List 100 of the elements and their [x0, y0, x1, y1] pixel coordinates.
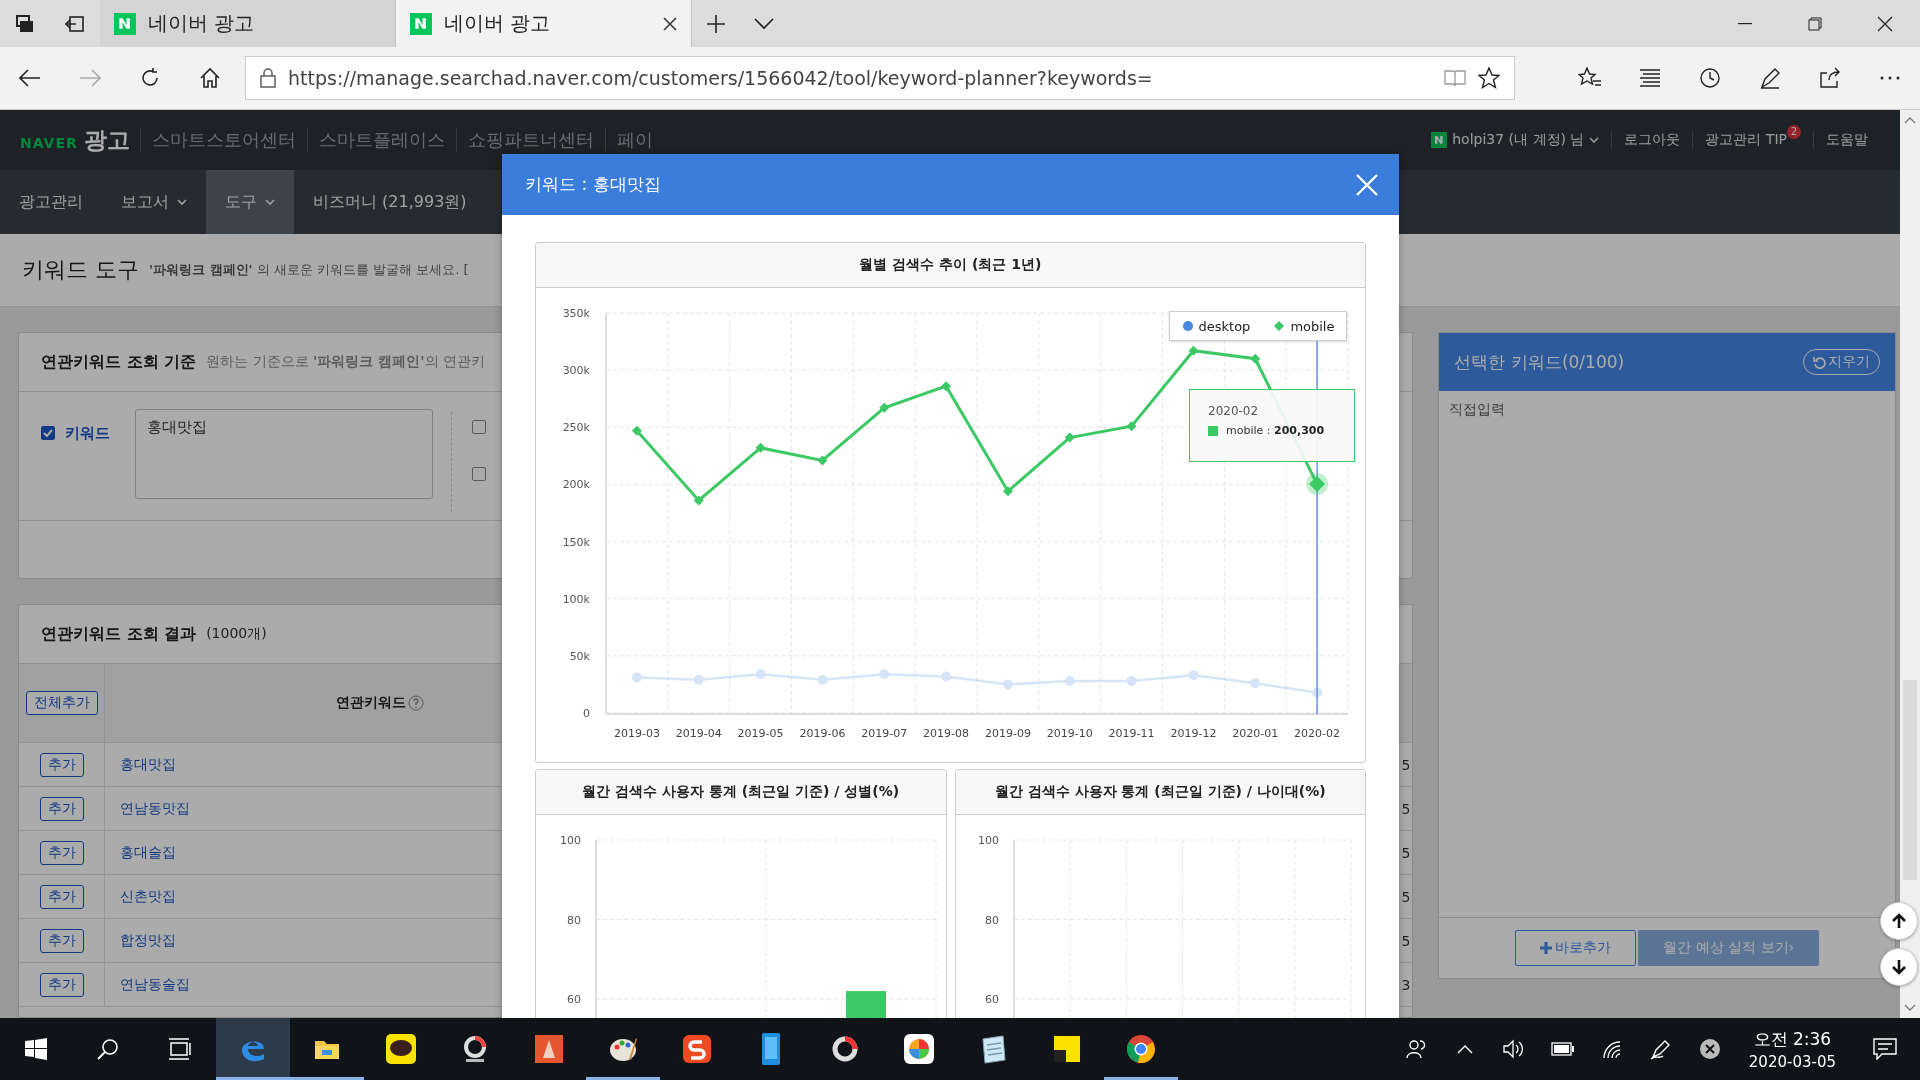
clock-time: 오전 2:36: [1753, 1027, 1832, 1051]
axis-label: 80: [567, 913, 581, 927]
checkbox-label: 키워드: [65, 423, 110, 443]
point: [941, 671, 952, 682]
browser-tab[interactable]: 네이버 광고: [396, 0, 692, 47]
keyword-entry-input[interactable]: 직접입력: [1439, 391, 1895, 918]
s-app-icon: [681, 1033, 713, 1065]
add-button[interactable]: 추가: [39, 884, 84, 909]
menu-item[interactable]: 보고서: [102, 170, 206, 234]
axis-label: 0: [583, 707, 590, 720]
point: [755, 442, 766, 453]
menu-item[interactable]: 광고관리: [0, 170, 102, 234]
add-button[interactable]: 추가: [39, 752, 84, 777]
add-button[interactable]: 추가: [39, 972, 84, 997]
naver-n-icon: [410, 12, 432, 35]
caret-icon: [1589, 136, 1600, 144]
tip-link[interactable]: 광고관리 TIP: [1705, 131, 1787, 149]
logout-link[interactable]: 로그아웃: [1611, 131, 1693, 149]
axis-label: 2019-04: [675, 727, 722, 740]
point: [755, 669, 766, 680]
panel-title: 선택한 키워드(0/100): [1454, 350, 1625, 374]
checkbox[interactable]: [472, 467, 486, 481]
naver-n-icon: [1431, 132, 1448, 148]
point: [1126, 421, 1137, 432]
point: [941, 381, 952, 392]
tooltip-value: mobile : 200,300: [1226, 424, 1325, 437]
axis-label: 250k: [562, 421, 590, 435]
count-badge: 2: [1787, 125, 1801, 139]
set-aside-tabs-icon[interactable]: [65, 14, 85, 33]
chevron-up-icon: [1457, 1044, 1474, 1054]
logo-label[interactable]: 광고: [83, 124, 130, 156]
axis-label: 100: [560, 834, 581, 847]
axis-label: 300k: [562, 364, 590, 378]
keyword-input-field[interactable]: 홍대맛집: [135, 409, 433, 499]
forward-arrow-icon: [79, 69, 101, 87]
browser-tab[interactable]: 네이버 광고: [100, 0, 396, 47]
add-button[interactable]: 추가: [39, 840, 84, 865]
user-menu[interactable]: holpi37 (내 계정) 님: [1452, 131, 1585, 149]
arrow-down-icon: [1892, 959, 1906, 975]
axis-label: 2019-11: [1108, 727, 1155, 740]
tooltip-swatch-icon: [1208, 425, 1218, 436]
caret-icon: [754, 17, 774, 30]
point: [693, 495, 704, 506]
add-button[interactable]: 추가: [39, 928, 84, 953]
axis-label: 60: [984, 993, 999, 1006]
menu-item[interactable]: 도구: [206, 170, 294, 234]
axis-label: 2019-05: [737, 727, 784, 740]
speaker-icon: [1503, 1039, 1526, 1059]
section-title: 연관키워드 조회 기준: [41, 351, 197, 373]
top-nav-link[interactable]: 스마트플레이스: [306, 128, 456, 152]
point: [1002, 679, 1013, 690]
chevron-up-icon: [1904, 116, 1916, 124]
axis-label: 2019-03: [613, 727, 660, 740]
top-nav-link[interactable]: 페이: [604, 128, 664, 152]
axis-label: 100: [977, 834, 999, 847]
logo-wordmark[interactable]: NAVER: [20, 134, 78, 151]
lock-icon: [260, 68, 276, 88]
tabs-icon[interactable]: [15, 13, 35, 34]
axis-label: 350k: [562, 307, 590, 320]
axis-label: 100k: [562, 592, 590, 606]
close-button[interactable]: [1355, 172, 1379, 197]
sticky-note-icon: [1052, 1034, 1082, 1064]
refresh-icon: [139, 67, 161, 89]
dialog-title: 키워드 : 홍대맛집: [525, 173, 661, 196]
address-bar[interactable]: https://manage.searchad.naver.com/customers/1566042/tool/keyword-planner?keywords=: [245, 56, 1515, 100]
table-cell-text: 5: [1401, 843, 1412, 863]
chrome-icon: [1125, 1033, 1157, 1065]
top-nav-link[interactable]: 쇼핑파트너센터: [455, 128, 605, 152]
share-icon: [1819, 67, 1841, 89]
add-all-button[interactable]: 전체추가: [25, 691, 98, 715]
plus-icon: [1540, 942, 1553, 954]
clock[interactable]: 오전 2:36 2020-03-05: [1734, 1018, 1850, 1080]
top-nav-link[interactable]: 스마트스토어센터: [139, 128, 307, 152]
list-icon: [1639, 68, 1661, 88]
menu-item[interactable]: 비즈머니 (21,993원): [294, 170, 486, 234]
star-icon[interactable]: [1478, 67, 1500, 89]
point: [1126, 676, 1137, 686]
point: [631, 672, 642, 683]
naver-n-icon: [114, 12, 136, 35]
axis-label: 2019-12: [1170, 727, 1217, 740]
page-title: 키워드 도구: [22, 256, 139, 284]
table-cell-text: 5: [1401, 887, 1412, 907]
back-arrow-icon: [19, 69, 41, 87]
book-icon[interactable]: [1444, 69, 1466, 87]
speech-bubble-icon: [1873, 1038, 1897, 1060]
column-header[interactable]: 연관키워드: [336, 694, 406, 712]
task-view-icon: [168, 1038, 192, 1060]
more-icon: [1880, 76, 1900, 80]
search-icon: [97, 1038, 119, 1060]
axis-label: 200k: [562, 478, 590, 492]
x-circle-icon: [1699, 1038, 1722, 1060]
close-icon[interactable]: [663, 16, 677, 31]
undo-icon: [1813, 355, 1826, 369]
axis-label: 2020-01: [1232, 727, 1279, 740]
help-link[interactable]: 도움말: [1813, 131, 1880, 149]
people-icon: [1405, 1038, 1428, 1060]
quick-add-button[interactable]: 바로추가: [1515, 930, 1637, 966]
checkbox[interactable]: [41, 426, 55, 440]
add-button[interactable]: 추가: [39, 796, 84, 821]
checkbox[interactable]: [472, 420, 486, 434]
